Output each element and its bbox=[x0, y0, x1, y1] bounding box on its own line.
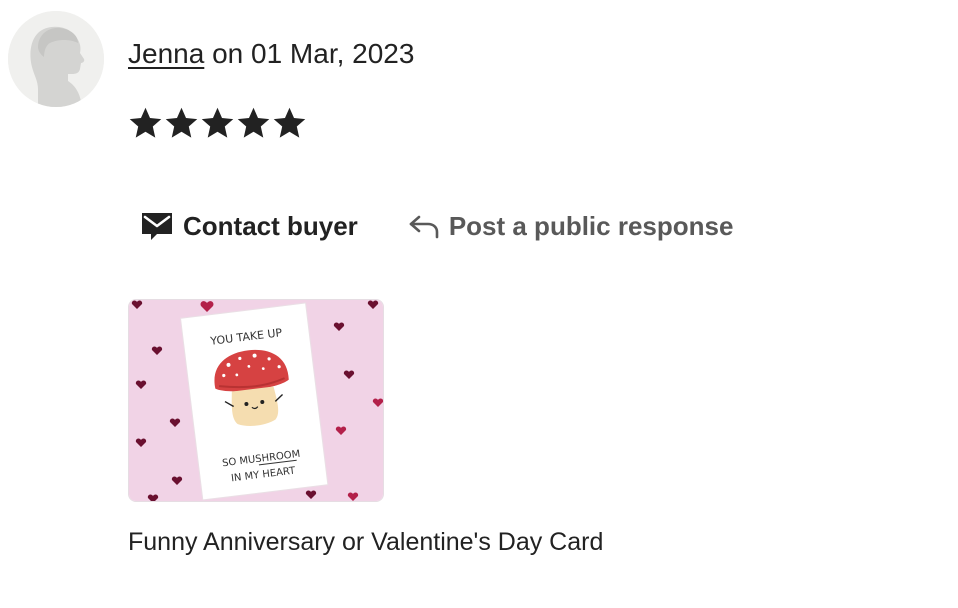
product-image: YOU TAKE UP SO MUSHROOM IN MY HEART bbox=[129, 300, 383, 501]
star-icon bbox=[237, 107, 270, 138]
reply-arrow-icon bbox=[409, 215, 439, 239]
reviewer-avatar[interactable] bbox=[8, 11, 104, 107]
star-rating bbox=[128, 104, 307, 142]
post-public-response-label: Post a public response bbox=[448, 211, 734, 241]
star-icon bbox=[201, 107, 234, 138]
envelope-icon bbox=[142, 213, 172, 240]
contact-buyer-label: Contact buyer bbox=[183, 211, 358, 241]
product-thumbnail[interactable]: YOU TAKE UP SO MUSHROOM IN MY HEART bbox=[128, 299, 384, 502]
greeting-card: YOU TAKE UP SO MUSHROOM IN MY HEART bbox=[179, 302, 329, 501]
byline-separator: on bbox=[204, 38, 251, 69]
post-public-response-button[interactable]: Post a public response bbox=[408, 206, 734, 246]
star-icon bbox=[273, 107, 306, 138]
contact-buyer-button[interactable]: Contact buyer bbox=[140, 206, 358, 246]
review-byline: Jenna on 01 Mar, 2023 bbox=[128, 36, 414, 72]
review-actions: Contact buyer Post a public response bbox=[140, 206, 733, 246]
review-date: 01 Mar, 2023 bbox=[251, 38, 415, 69]
reviewer-name-link[interactable]: Jenna bbox=[128, 38, 204, 69]
product-title-link[interactable]: Funny Anniversary or Valentine's Day Car… bbox=[128, 524, 603, 560]
star-icon bbox=[129, 107, 162, 138]
review-item: Jenna on 01 Mar, 2023 Contact buyer Post… bbox=[0, 0, 958, 608]
star-icon bbox=[165, 107, 198, 138]
default-avatar-icon bbox=[8, 11, 104, 107]
